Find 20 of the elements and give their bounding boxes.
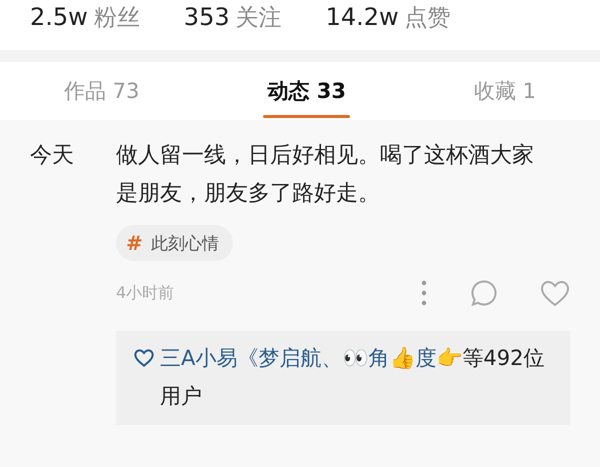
stat-label[interactable]: 关注 <box>236 2 282 33</box>
heart-icon <box>134 349 154 367</box>
post-time: 4小时前 <box>116 282 176 304</box>
more-icon[interactable] <box>420 280 428 306</box>
tab[interactable]: 动态 33 <box>263 62 350 120</box>
topic-tag[interactable]: # 此刻心情 <box>116 225 233 261</box>
post-text: 做人留一线，日后好相见。喝了这杯酒大家是朋友，朋友多了路好走。 <box>116 142 535 208</box>
stat-value: 2.5w <box>30 3 88 31</box>
heart-icon[interactable] <box>540 280 570 306</box>
tab[interactable]: 收藏 1 <box>470 62 540 120</box>
comment-icon[interactable] <box>470 279 498 307</box>
stat-value: 353 <box>184 3 230 31</box>
stat-value: 14.2w <box>326 3 399 31</box>
stat-label[interactable]: 点赞 <box>404 2 451 33</box>
tag-label: 此刻心情 <box>150 232 219 254</box>
likes-text: 三A小易《梦启航、👀角👍度👉等492位用户 <box>160 345 546 410</box>
tab[interactable]: 作品 73 <box>60 62 144 120</box>
hash-icon: # <box>126 231 143 255</box>
stat-label[interactable]: 粉丝 <box>94 2 140 33</box>
post-date: 今天 <box>30 142 75 170</box>
